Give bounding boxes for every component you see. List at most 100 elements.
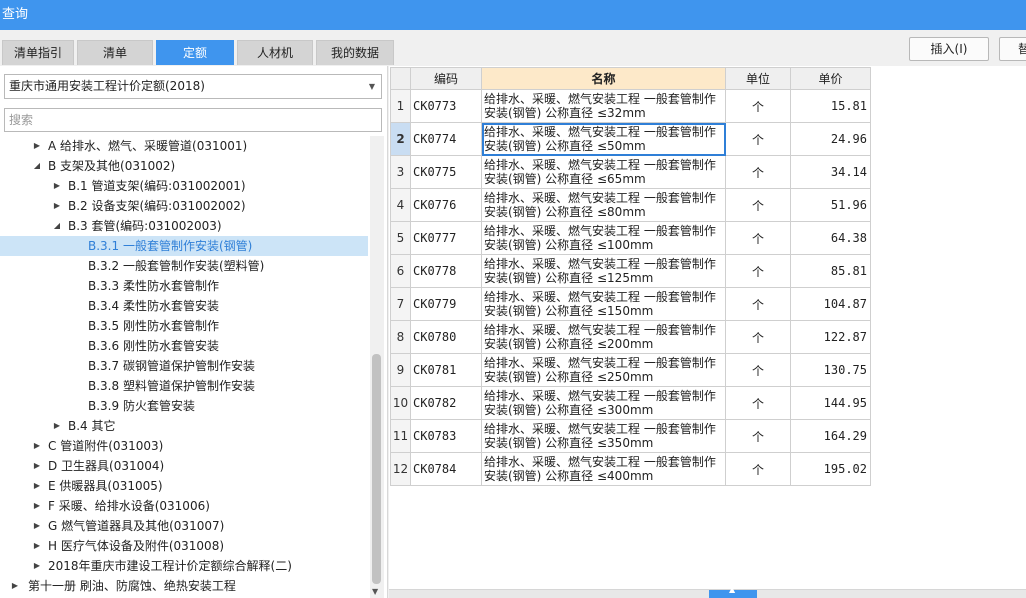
tree-node[interactable]: B.3.9 防火套管安装 bbox=[0, 396, 368, 416]
unit-cell[interactable]: 个 bbox=[725, 155, 791, 189]
column-header-code[interactable]: 编码 bbox=[410, 67, 482, 90]
tree-node[interactable]: B.3.6 刚性防水套管安装 bbox=[0, 336, 368, 356]
code-cell[interactable]: CK0783 bbox=[410, 419, 482, 453]
chevron-right-icon[interactable]: ▶ bbox=[52, 196, 62, 216]
unit-cell[interactable]: 个 bbox=[725, 353, 791, 387]
chevron-right-icon[interactable]: ▶ bbox=[32, 516, 42, 536]
price-cell[interactable]: 130.75 bbox=[790, 353, 871, 387]
name-cell[interactable]: 给排水、采暖、燃气安装工程 一般套管制作 安装(钢管) 公称直径 ≤65mm bbox=[481, 155, 726, 189]
tab-list[interactable]: 清单 bbox=[77, 40, 153, 65]
insert-button[interactable]: 插入(I) bbox=[909, 37, 989, 61]
tree-node[interactable]: B.3.7 碳钢管道保护管制作安装 bbox=[0, 356, 368, 376]
tree-node[interactable]: ▶ F 采暖、给排水设备(031006) bbox=[0, 496, 368, 516]
price-cell[interactable]: 164.29 bbox=[790, 419, 871, 453]
column-header-unit[interactable]: 单位 bbox=[725, 67, 791, 90]
table-row[interactable]: 10 CK0782 给排水、采暖、燃气安装工程 一般套管制作 安装(钢管) 公称直径 … bbox=[390, 386, 871, 420]
code-cell[interactable]: CK0784 bbox=[410, 452, 482, 486]
price-cell[interactable]: 64.38 bbox=[790, 221, 871, 255]
unit-cell[interactable]: 个 bbox=[725, 287, 791, 321]
quota-library-select[interactable]: 重庆市通用安装工程计价定额(2018) ▼ bbox=[4, 74, 382, 99]
name-cell[interactable]: 给排水、采暖、燃气安装工程 一般套管制作 安装(钢管) 公称直径 ≤300mm bbox=[481, 386, 726, 420]
unit-cell[interactable]: 个 bbox=[725, 452, 791, 486]
chevron-right-icon[interactable]: ▶ bbox=[32, 456, 42, 476]
code-cell[interactable]: CK0779 bbox=[410, 287, 482, 321]
name-cell[interactable]: 给排水、采暖、燃气安装工程 一般套管制作 安装(钢管) 公称直径 ≤32mm bbox=[481, 89, 726, 123]
name-cell[interactable]: 给排水、采暖、燃气安装工程 一般套管制作 安装(钢管) 公称直径 ≤400mm bbox=[481, 452, 726, 486]
code-cell[interactable]: CK0773 bbox=[410, 89, 482, 123]
row-number[interactable]: 11 bbox=[390, 419, 411, 453]
unit-cell[interactable]: 个 bbox=[725, 254, 791, 288]
price-cell[interactable]: 104.87 bbox=[790, 287, 871, 321]
tab-quota[interactable]: 定额 bbox=[156, 40, 234, 65]
row-number[interactable]: 10 bbox=[390, 386, 411, 420]
name-cell[interactable]: 给排水、采暖、燃气安装工程 一般套管制作 安装(钢管) 公称直径 ≤50mm bbox=[481, 122, 726, 156]
price-cell[interactable]: 51.96 bbox=[790, 188, 871, 222]
table-row[interactable]: 11 CK0783 给排水、采暖、燃气安装工程 一般套管制作 安装(钢管) 公称直径 … bbox=[390, 419, 871, 453]
code-cell[interactable]: CK0778 bbox=[410, 254, 482, 288]
row-number[interactable]: 5 bbox=[390, 221, 411, 255]
code-cell[interactable]: CK0776 bbox=[410, 188, 482, 222]
tree-node[interactable]: ▶ H 医疗气体设备及附件(031008) bbox=[0, 536, 368, 556]
table-row[interactable]: 12 CK0784 给排水、采暖、燃气安装工程 一般套管制作 安装(钢管) 公称直径 … bbox=[390, 452, 871, 486]
price-cell[interactable]: 34.14 bbox=[790, 155, 871, 189]
tree-node[interactable]: B.3.2 一般套管制作安装(塑料管) bbox=[0, 256, 368, 276]
price-cell[interactable]: 24.96 bbox=[790, 122, 871, 156]
scrollbar-handle[interactable]: ▲ bbox=[709, 585, 757, 598]
tree-node[interactable]: ▶ B.1 管道支架(编码:031002001) bbox=[0, 176, 368, 196]
tree-node-selected[interactable]: B.3.1 一般套管制作安装(钢管) bbox=[0, 236, 368, 256]
chevron-right-icon[interactable]: ▶ bbox=[52, 416, 62, 436]
row-number[interactable]: 3 bbox=[390, 155, 411, 189]
row-number[interactable]: 1 bbox=[390, 89, 411, 123]
table-row[interactable]: 7 CK0779 给排水、采暖、燃气安装工程 一般套管制作 安装(钢管) 公称直径 ≤… bbox=[390, 287, 871, 321]
name-cell[interactable]: 给排水、采暖、燃气安装工程 一般套管制作 安装(钢管) 公称直径 ≤125mm bbox=[481, 254, 726, 288]
replace-button[interactable]: 替 bbox=[999, 37, 1026, 61]
table-row[interactable]: 4 CK0776 给排水、采暖、燃气安装工程 一般套管制作 安装(钢管) 公称直径 ≤… bbox=[390, 188, 871, 222]
unit-cell[interactable]: 个 bbox=[725, 221, 791, 255]
table-row[interactable]: 2 CK0774 给排水、采暖、燃气安装工程 一般套管制作 安装(钢管) 公称直径 ≤… bbox=[390, 122, 871, 156]
chevron-down-icon[interactable]: ◢ bbox=[52, 216, 62, 236]
chevron-down-icon[interactable]: ◢ bbox=[32, 156, 42, 176]
price-cell[interactable]: 195.02 bbox=[790, 452, 871, 486]
table-row[interactable]: 3 CK0775 给排水、采暖、燃气安装工程 一般套管制作 安装(钢管) 公称直径 ≤… bbox=[390, 155, 871, 189]
tree-node[interactable]: ▶ D 卫生器具(031004) bbox=[0, 456, 368, 476]
tree-node[interactable]: ◢ B.3 套管(编码:031002003) bbox=[0, 216, 368, 236]
tree-node[interactable]: ▶ C 管道附件(031003) bbox=[0, 436, 368, 456]
name-cell[interactable]: 给排水、采暖、燃气安装工程 一般套管制作 安装(钢管) 公称直径 ≤250mm bbox=[481, 353, 726, 387]
name-cell[interactable]: 给排水、采暖、燃气安装工程 一般套管制作 安装(钢管) 公称直径 ≤200mm bbox=[481, 320, 726, 354]
price-cell[interactable]: 122.87 bbox=[790, 320, 871, 354]
tree-node[interactable]: B.3.3 柔性防水套管制作 bbox=[0, 276, 368, 296]
column-header-name[interactable]: 名称 bbox=[481, 67, 726, 90]
tab-my-data[interactable]: 我的数据 bbox=[316, 40, 394, 65]
chevron-right-icon[interactable]: ▶ bbox=[32, 556, 42, 576]
chevron-right-icon[interactable]: ▶ bbox=[32, 536, 42, 556]
unit-cell[interactable]: 个 bbox=[725, 188, 791, 222]
tree-node[interactable]: ▶ 第十一册 刷油、防腐蚀、绝热安装工程 bbox=[0, 576, 368, 596]
unit-cell[interactable]: 个 bbox=[725, 122, 791, 156]
code-cell[interactable]: CK0777 bbox=[410, 221, 482, 255]
price-cell[interactable]: 85.81 bbox=[790, 254, 871, 288]
code-cell[interactable]: CK0782 bbox=[410, 386, 482, 420]
name-cell[interactable]: 给排水、采暖、燃气安装工程 一般套管制作 安装(钢管) 公称直径 ≤150mm bbox=[481, 287, 726, 321]
table-row[interactable]: 1 CK0773 给排水、采暖、燃气安装工程 一般套管制作 安装(钢管) 公称直径 ≤… bbox=[390, 89, 871, 123]
tree-node[interactable]: ▶ E 供暖器具(031005) bbox=[0, 476, 368, 496]
tree-node[interactable]: ▶ G 燃气管道器具及其他(031007) bbox=[0, 516, 368, 536]
row-number[interactable]: 9 bbox=[390, 353, 411, 387]
price-cell[interactable]: 144.95 bbox=[790, 386, 871, 420]
scrollbar-thumb[interactable] bbox=[372, 354, 381, 584]
row-number[interactable]: 4 bbox=[390, 188, 411, 222]
row-number[interactable]: 6 bbox=[390, 254, 411, 288]
tree-scrollbar[interactable]: ▼ bbox=[370, 136, 384, 598]
scroll-down-icon[interactable]: ▼ bbox=[372, 587, 378, 596]
code-cell[interactable]: CK0774 bbox=[410, 122, 482, 156]
column-header-price[interactable]: 单价 bbox=[790, 67, 871, 90]
chevron-right-icon[interactable]: ▶ bbox=[32, 436, 42, 456]
code-cell[interactable]: CK0781 bbox=[410, 353, 482, 387]
horizontal-scrollbar[interactable]: ▲ bbox=[389, 585, 1026, 598]
row-number[interactable]: 12 bbox=[390, 452, 411, 486]
code-cell[interactable]: CK0775 bbox=[410, 155, 482, 189]
code-cell[interactable]: CK0780 bbox=[410, 320, 482, 354]
tree-node[interactable]: ▶ A 给排水、燃气、采暖管道(031001) bbox=[0, 136, 368, 156]
table-row[interactable]: 9 CK0781 给排水、采暖、燃气安装工程 一般套管制作 安装(钢管) 公称直径 ≤… bbox=[390, 353, 871, 387]
tree-node[interactable]: B.3.4 柔性防水套管安装 bbox=[0, 296, 368, 316]
chevron-right-icon[interactable]: ▶ bbox=[32, 136, 42, 156]
